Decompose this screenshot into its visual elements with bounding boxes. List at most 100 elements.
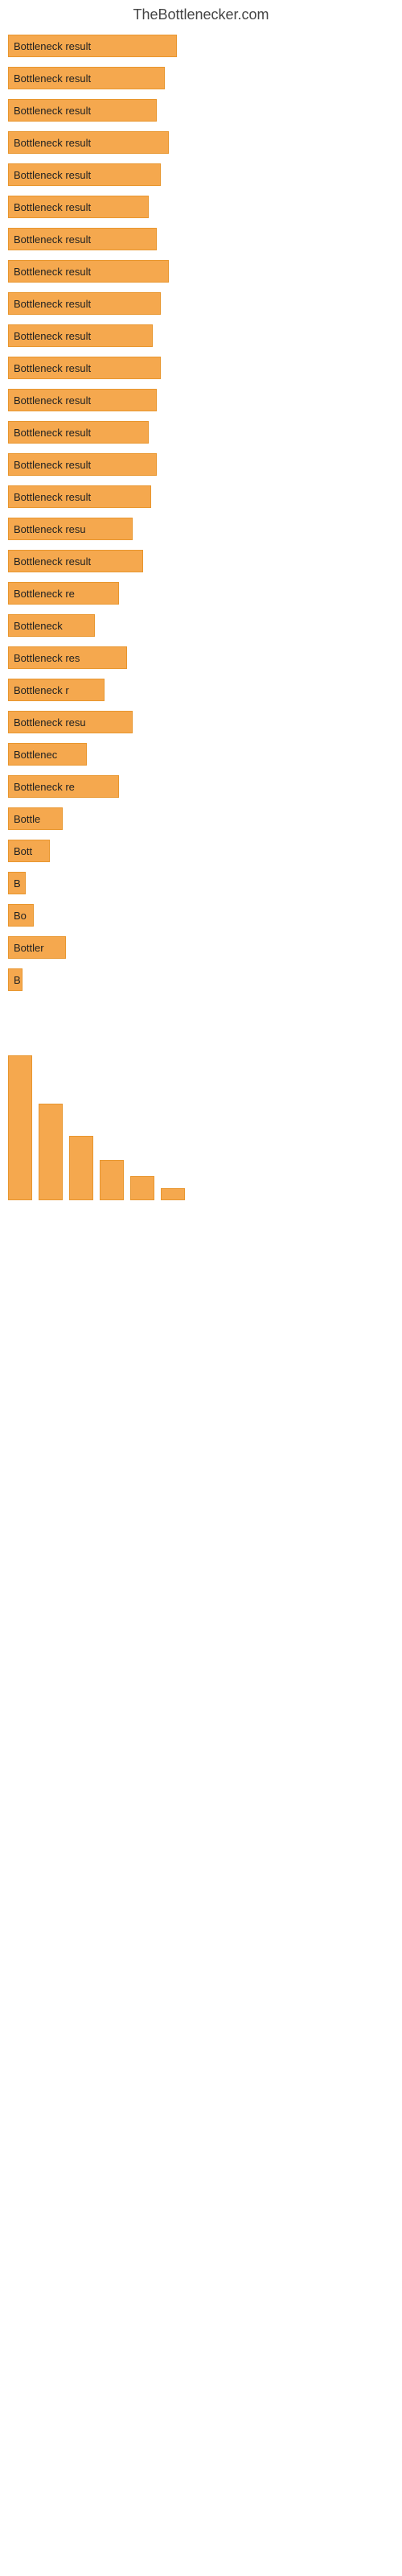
bar-9: Bottleneck result	[8, 324, 153, 347]
bar-label-26: B	[14, 877, 21, 890]
bar-2: Bottleneck result	[8, 99, 157, 122]
bar-0: Bottleneck result	[8, 35, 177, 57]
bar-label-20: Bottleneck r	[14, 684, 69, 696]
bar-label-8: Bottleneck result	[14, 298, 91, 310]
bar-row-21: Bottleneck resu	[8, 711, 394, 733]
bar-label-18: Bottleneck	[14, 620, 63, 632]
bar-row-19: Bottleneck res	[8, 646, 394, 669]
bar-row-7: Bottleneck result	[8, 260, 394, 283]
bar-14: Bottleneck result	[8, 485, 151, 508]
bar-label-5: Bottleneck result	[14, 201, 91, 213]
bar-row-2: Bottleneck result	[8, 99, 394, 122]
bar-row-6: Bottleneck result	[8, 228, 394, 250]
bar-label-16: Bottleneck result	[14, 555, 91, 568]
bar-row-14: Bottleneck result	[8, 485, 394, 508]
bar-row-12: Bottleneck result	[8, 421, 394, 444]
bar-20: Bottleneck r	[8, 679, 105, 701]
bar-label-27: Bo	[14, 910, 27, 922]
bar-row-22: Bottlenec	[8, 743, 394, 766]
bar-row-27: Bo	[8, 904, 394, 927]
bar-label-28: Bottler	[14, 942, 44, 954]
bar-label-9: Bottleneck result	[14, 330, 91, 342]
bar-4: Bottleneck result	[8, 163, 161, 186]
vertical-bar-0	[8, 1055, 32, 1200]
bar-8: Bottleneck result	[8, 292, 161, 315]
bar-label-2: Bottleneck result	[14, 105, 91, 117]
bar-row-15: Bottleneck resu	[8, 518, 394, 540]
bar-label-0: Bottleneck result	[14, 40, 91, 52]
bar-row-1: Bottleneck result	[8, 67, 394, 89]
bar-row-29: B	[8, 968, 394, 991]
vertical-bar-2	[69, 1136, 93, 1200]
bar-row-23: Bottleneck re	[8, 775, 394, 798]
bar-label-25: Bott	[14, 845, 32, 857]
bar-row-3: Bottleneck result	[8, 131, 394, 154]
bar-label-21: Bottleneck resu	[14, 716, 86, 729]
bar-28: Bottler	[8, 936, 66, 959]
bar-label-7: Bottleneck result	[14, 266, 91, 278]
bar-row-25: Bott	[8, 840, 394, 862]
bar-18: Bottleneck	[8, 614, 95, 637]
bar-6: Bottleneck result	[8, 228, 157, 250]
bar-label-24: Bottle	[14, 813, 40, 825]
bar-12: Bottleneck result	[8, 421, 149, 444]
bar-row-9: Bottleneck result	[8, 324, 394, 347]
bar-3: Bottleneck result	[8, 131, 169, 154]
bar-11: Bottleneck result	[8, 389, 157, 411]
bar-27: Bo	[8, 904, 34, 927]
bar-label-3: Bottleneck result	[14, 137, 91, 149]
bar-row-5: Bottleneck result	[8, 196, 394, 218]
bar-label-19: Bottleneck res	[14, 652, 80, 664]
bar-15: Bottleneck resu	[8, 518, 133, 540]
bar-24: Bottle	[8, 807, 63, 830]
bar-row-26: B	[8, 872, 394, 894]
bar-row-17: Bottleneck re	[8, 582, 394, 605]
bar-row-8: Bottleneck result	[8, 292, 394, 315]
bar-10: Bottleneck result	[8, 357, 161, 379]
bar-23: Bottleneck re	[8, 775, 119, 798]
bar-row-24: Bottle	[8, 807, 394, 830]
bar-label-14: Bottleneck result	[14, 491, 91, 503]
vertical-bar-3	[100, 1160, 124, 1200]
bar-26: B	[8, 872, 26, 894]
vertical-bar-1	[39, 1104, 63, 1200]
bar-7: Bottleneck result	[8, 260, 169, 283]
bar-row-20: Bottleneck r	[8, 679, 394, 701]
bar-16: Bottleneck result	[8, 550, 143, 572]
bar-label-23: Bottleneck re	[14, 781, 75, 793]
bar-21: Bottleneck resu	[8, 711, 133, 733]
bar-label-10: Bottleneck result	[14, 362, 91, 374]
bar-row-18: Bottleneck	[8, 614, 394, 637]
site-title: TheBottlenecker.com	[0, 0, 402, 27]
bar-row-4: Bottleneck result	[8, 163, 394, 186]
bar-29: B	[8, 968, 23, 991]
bar-label-11: Bottleneck result	[14, 394, 91, 407]
bar-label-6: Bottleneck result	[14, 233, 91, 246]
vertical-bar-5	[161, 1188, 185, 1200]
bar-row-13: Bottleneck result	[8, 453, 394, 476]
bar-label-15: Bottleneck resu	[14, 523, 86, 535]
bar-13: Bottleneck result	[8, 453, 157, 476]
bar-label-17: Bottleneck re	[14, 588, 75, 600]
bar-row-11: Bottleneck result	[8, 389, 394, 411]
bars-container: Bottleneck result Bottleneck result Bottle…	[0, 27, 402, 991]
bar-row-16: Bottleneck result	[8, 550, 394, 572]
bar-row-28: Bottler	[8, 936, 394, 959]
vertical-bar-4	[130, 1176, 154, 1200]
bar-row-0: Bottleneck result	[8, 35, 394, 57]
bar-label-12: Bottleneck result	[14, 427, 91, 439]
bar-22: Bottlenec	[8, 743, 87, 766]
site-title-container: TheBottlenecker.com	[0, 0, 402, 27]
bar-1: Bottleneck result	[8, 67, 165, 89]
bar-19: Bottleneck res	[8, 646, 127, 669]
bar-label-13: Bottleneck result	[14, 459, 91, 471]
bar-25: Bott	[8, 840, 50, 862]
bar-5: Bottleneck result	[8, 196, 149, 218]
bar-label-29: B	[14, 974, 21, 986]
vertical-bars-section	[0, 1039, 402, 1200]
bar-label-22: Bottlenec	[14, 749, 57, 761]
bar-label-4: Bottleneck result	[14, 169, 91, 181]
bar-17: Bottleneck re	[8, 582, 119, 605]
bar-row-10: Bottleneck result	[8, 357, 394, 379]
bar-label-1: Bottleneck result	[14, 72, 91, 85]
